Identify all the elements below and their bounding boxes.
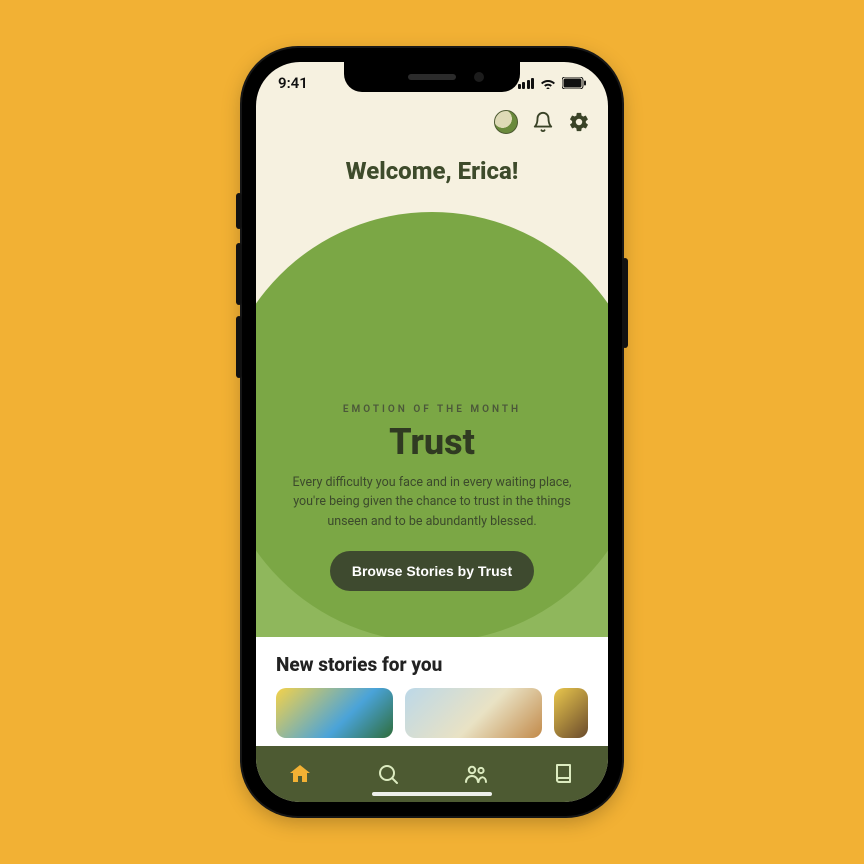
people-icon (463, 762, 489, 786)
search-icon (376, 762, 400, 786)
new-stories-section: New stories for you (256, 637, 608, 752)
wifi-icon (540, 77, 556, 89)
mute-switch[interactable] (236, 193, 242, 229)
new-stories-title: New stories for you (276, 653, 588, 676)
hero-emotion: Trust (389, 421, 475, 463)
story-card[interactable] (405, 688, 542, 738)
home-icon (288, 762, 312, 786)
volume-down-button[interactable] (236, 316, 242, 378)
gear-icon[interactable] (568, 111, 590, 133)
story-cards-row[interactable] (276, 688, 588, 738)
phone-frame: 9:41 Welcome, Erica! EMOTION (242, 48, 622, 816)
hero-description: Every difficulty you face and in every w… (287, 473, 577, 531)
home-indicator[interactable] (372, 792, 492, 796)
story-card[interactable] (554, 688, 588, 738)
book-icon (553, 762, 575, 786)
speaker-grille (408, 74, 456, 80)
avatar[interactable] (494, 110, 518, 134)
story-card[interactable] (276, 688, 393, 738)
power-button[interactable] (622, 258, 628, 348)
volume-up-button[interactable] (236, 243, 242, 305)
bell-icon[interactable] (532, 111, 554, 133)
hero: EMOTION OF THE MONTH Trust Every difficu… (256, 192, 608, 662)
browse-stories-button[interactable]: Browse Stories by Trust (330, 551, 534, 591)
cellular-signal-icon (518, 78, 535, 89)
welcome-heading: Welcome, Erica! (256, 157, 608, 185)
nav-home[interactable] (256, 746, 344, 802)
screen: 9:41 Welcome, Erica! EMOTION (256, 62, 608, 802)
hero-kicker: EMOTION OF THE MONTH (343, 404, 521, 415)
nav-library[interactable] (520, 746, 608, 802)
notch (344, 62, 520, 92)
battery-icon (562, 77, 586, 89)
status-time: 9:41 (278, 74, 308, 92)
front-camera (474, 72, 484, 82)
